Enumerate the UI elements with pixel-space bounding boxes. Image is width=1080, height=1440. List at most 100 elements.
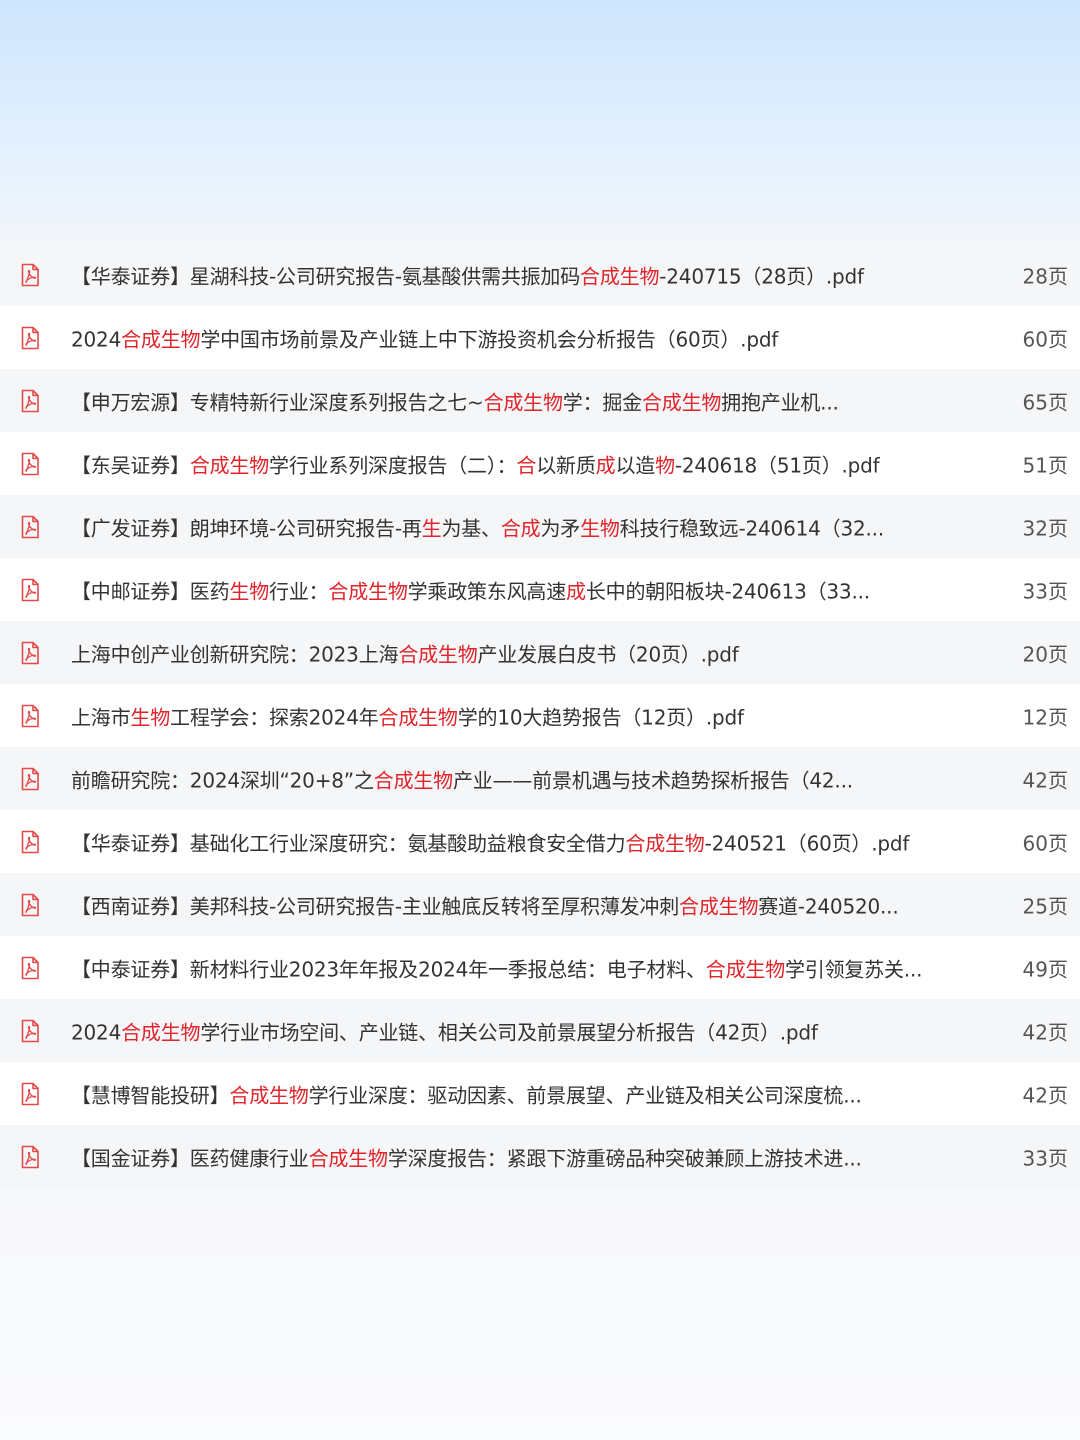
file-title: 【广发证券】朗坤环境-公司研究报告-再生为基、合成为矛生物科技行稳致远-2406… [71, 512, 991, 541]
file-title: 【华泰证券】星湖科技-公司研究报告-氨基酸供需共振加码合成生物-240715（2… [71, 260, 991, 289]
title-text: 以新质 [536, 453, 596, 477]
file-row-3[interactable]: 【申万宏源】专精特新行业深度系列报告之七~合成生物学：掘金合成生物拥抱产业机..… [0, 369, 1080, 432]
file-row-12[interactable]: 【中泰证券】新材料行业2023年年报及2024年一季报总结：电子材料、合成生物学… [0, 936, 1080, 999]
title-text: 行业： [269, 579, 329, 603]
title-text: 【慧博智能投研】 [71, 1083, 230, 1107]
title-text: 为基、 [441, 516, 501, 540]
file-title: 2024合成生物学中国市场前景及产业链上中下游投资机会分析报告（60页）.pdf [71, 323, 991, 352]
file-page-count: 42页 [1022, 1020, 1068, 1044]
file-page-count: 28页 [1022, 264, 1068, 288]
file-title: 上海中创产业创新研究院：2023上海合成生物产业发展白皮书（20页）.pdf [71, 638, 991, 667]
title-text: 长中的朝阳板块-240613（33... [585, 579, 870, 603]
highlight-keyword: 合成生物 [580, 264, 660, 288]
file-title: 【华泰证券】基础化工行业深度研究：氨基酸助益粮食安全借力合成生物-240521（… [71, 827, 991, 856]
pdf-file-icon [20, 956, 40, 980]
file-row-13[interactable]: 2024合成生物学行业市场空间、产业链、相关公司及前景展望分析报告（42页）.p… [0, 999, 1080, 1062]
file-title: 【中泰证券】新材料行业2023年年报及2024年一季报总结：电子材料、合成生物学… [71, 953, 991, 982]
file-title: 【申万宏源】专精特新行业深度系列报告之七~合成生物学：掘金合成生物拥抱产业机..… [71, 386, 991, 415]
title-text: 学乘政策东风高速 [407, 579, 567, 603]
highlight-keyword: 合成生物 [679, 894, 759, 918]
highlight-keyword: 生物 [229, 579, 270, 603]
pdf-file-icon [20, 830, 40, 854]
file-row-6[interactable]: 【中邮证券】医药生物行业：合成生物学乘政策东风高速成长中的朝阳板块-240613… [0, 558, 1080, 621]
title-text: 【华泰证券】基础化工行业深度研究：氨基酸助益粮食安全借力 [71, 831, 626, 855]
highlight-keyword: 合成 [500, 516, 541, 540]
title-text: 产业发展白皮书（20页）.pdf [477, 642, 739, 666]
title-text: 学行业系列深度报告（二）： [269, 453, 517, 477]
pdf-file-icon [20, 263, 40, 287]
title-text: 学行业深度：驱动因素、前景展望、产业链及相关公司深度梳... [308, 1083, 862, 1107]
file-row-14[interactable]: 【慧博智能投研】合成生物学行业深度：驱动因素、前景展望、产业链及相关公司深度梳.… [0, 1062, 1080, 1125]
file-page-count: 42页 [1022, 768, 1068, 792]
title-text: -240715（28页）.pdf [659, 264, 864, 288]
title-text: 【东吴证券】 [71, 453, 190, 477]
highlight-keyword: 成 [595, 453, 616, 477]
title-text: 2024 [71, 1020, 122, 1044]
title-text: 【中邮证券】医药 [71, 579, 230, 603]
file-row-4[interactable]: 【东吴证券】合成生物学行业系列深度报告（二）：合以新质成以造物-240618（5… [0, 432, 1080, 495]
file-page-count: 25页 [1022, 894, 1068, 918]
title-text: 【西南证券】美邦科技-公司研究报告-主业触底反转将至厚积薄发冲刺 [71, 894, 680, 918]
title-text: 学行业市场空间、产业链、相关公司及前景展望分析报告（42页）.pdf [200, 1020, 818, 1044]
file-row-2[interactable]: 2024合成生物学中国市场前景及产业链上中下游投资机会分析报告（60页）.pdf… [0, 306, 1080, 369]
highlight-keyword: 合成生物 [373, 768, 453, 792]
highlight-keyword: 合成生物 [229, 1083, 309, 1107]
title-text: 拥抱产业机... [721, 390, 839, 414]
highlight-keyword: 合成生物 [378, 705, 458, 729]
file-title: 【国金证券】医药健康行业合成生物学深度报告：紧跟下游重磅品种突破兼顾上游技术进.… [71, 1142, 991, 1171]
file-row-11[interactable]: 【西南证券】美邦科技-公司研究报告-主业触底反转将至厚积薄发冲刺合成生物赛道-2… [0, 873, 1080, 936]
highlight-keyword: 生物 [130, 705, 171, 729]
file-row-5[interactable]: 【广发证券】朗坤环境-公司研究报告-再生为基、合成为矛生物科技行稳致远-2406… [0, 495, 1080, 558]
title-text: 前瞻研究院：2024深圳“20+8”之 [71, 768, 374, 792]
file-row-7[interactable]: 上海中创产业创新研究院：2023上海合成生物产业发展白皮书（20页）.pdf 2… [0, 621, 1080, 684]
title-text: 赛道-240520... [758, 894, 899, 918]
pdf-file-icon [20, 515, 40, 539]
file-row-9[interactable]: 前瞻研究院：2024深圳“20+8”之合成生物产业——前景机遇与技术趋势探析报告… [0, 747, 1080, 810]
file-row-8[interactable]: 上海市生物工程学会：探索2024年合成生物学的10大趋势报告（12页）.pdf … [0, 684, 1080, 747]
file-title: 上海市生物工程学会：探索2024年合成生物学的10大趋势报告（12页）.pdf [71, 701, 991, 730]
file-page-count: 12页 [1022, 705, 1068, 729]
pdf-file-icon [20, 641, 40, 665]
highlight-keyword: 生 [421, 516, 442, 540]
title-text: 上海市 [71, 705, 131, 729]
title-text: 学的10大趋势报告（12页）.pdf [457, 705, 744, 729]
title-text: 【国金证券】医药健康行业 [71, 1146, 309, 1170]
title-text: 学深度报告：紧跟下游重磅品种突破兼顾上游技术进... [387, 1146, 862, 1170]
file-row-1[interactable]: 【华泰证券】星湖科技-公司研究报告-氨基酸供需共振加码合成生物-240715（2… [0, 243, 1080, 306]
pdf-file-icon [20, 767, 40, 791]
file-row-15[interactable]: 【国金证券】医药健康行业合成生物学深度报告：紧跟下游重磅品种突破兼顾上游技术进.… [0, 1125, 1080, 1188]
pdf-file-icon [20, 1019, 40, 1043]
title-text: 产业——前景机遇与技术趋势探析报告（42... [452, 768, 853, 792]
file-list: 【华泰证券】星湖科技-公司研究报告-氨基酸供需共振加码合成生物-240715（2… [0, 243, 1080, 1188]
highlight-keyword: 合成生物 [121, 1020, 201, 1044]
pdf-file-icon [20, 389, 40, 413]
title-text: 科技行稳致远-240614（32... [619, 516, 884, 540]
title-text: 工程学会：探索2024年 [170, 705, 379, 729]
title-text: 学：掘金 [562, 390, 642, 414]
title-text: 【华泰证券】星湖科技-公司研究报告-氨基酸供需共振加码 [71, 264, 581, 288]
file-row-10[interactable]: 【华泰证券】基础化工行业深度研究：氨基酸助益粮食安全借力合成生物-240521（… [0, 810, 1080, 873]
highlight-keyword: 生物 [580, 516, 620, 540]
highlight-keyword: 合成生物 [641, 390, 722, 414]
pdf-file-icon [20, 893, 40, 917]
file-page-count: 60页 [1022, 327, 1068, 351]
title-text: 学中国市场前景及产业链上中下游投资机会分析报告（60页）.pdf [200, 327, 779, 351]
title-text: 2024 [71, 327, 122, 351]
file-page-count: 51页 [1022, 453, 1068, 477]
highlight-keyword: 成 [566, 579, 586, 603]
title-text: 【申万宏源】专精特新行业深度系列报告之七~ [71, 390, 484, 414]
file-page-count: 49页 [1022, 957, 1068, 981]
file-title: 【慧博智能投研】合成生物学行业深度：驱动因素、前景展望、产业链及相关公司深度梳.… [71, 1079, 991, 1108]
file-page-count: 20页 [1022, 642, 1068, 666]
file-title: 2024合成生物学行业市场空间、产业链、相关公司及前景展望分析报告（42页）.p… [71, 1016, 991, 1045]
highlight-keyword: 合成生物 [328, 579, 408, 603]
title-text: 【广发证券】朗坤环境-公司研究报告-再 [71, 516, 422, 540]
title-text: 为矛 [540, 516, 581, 540]
highlight-keyword: 合成生物 [625, 831, 705, 855]
file-title: 【东吴证券】合成生物学行业系列深度报告（二）：合以新质成以造物-240618（5… [71, 449, 991, 478]
file-page-count: 33页 [1022, 579, 1068, 603]
highlight-keyword: 合成生物 [189, 453, 270, 477]
file-page-count: 32页 [1022, 516, 1068, 540]
file-page-count: 65页 [1022, 390, 1068, 414]
title-text: 学引领复苏关... [785, 957, 923, 981]
